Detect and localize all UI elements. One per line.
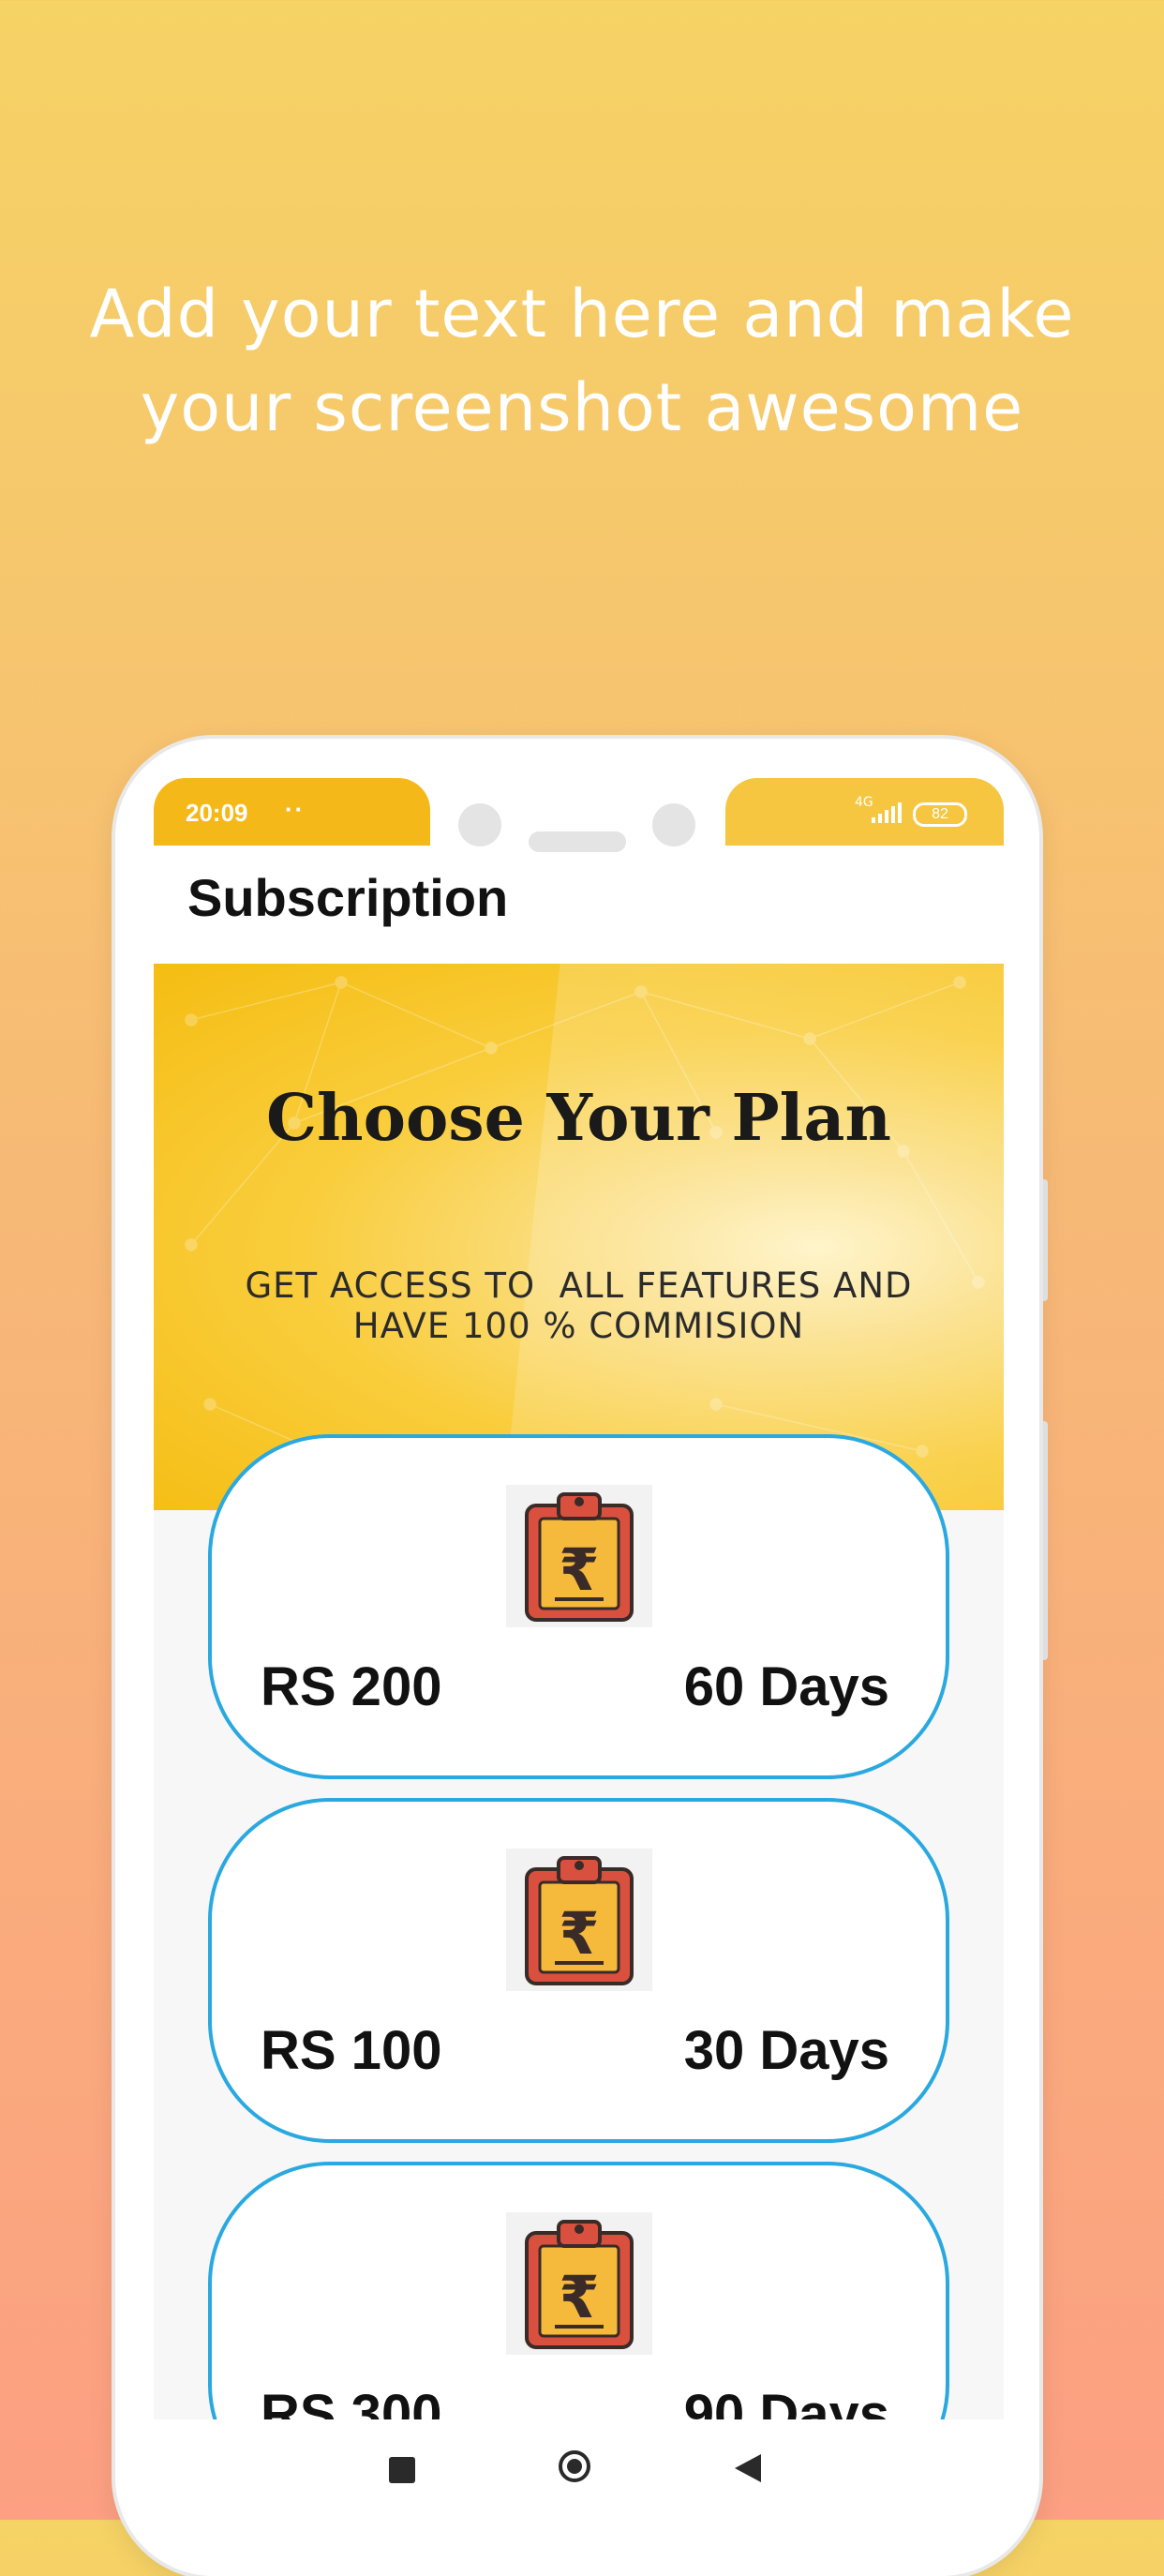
battery-icon: 82 xyxy=(913,802,967,827)
rupee-clipboard-icon: ₹ xyxy=(506,1849,652,1991)
plan-duration: 60 Days xyxy=(683,1656,889,1717)
recent-apps-square-icon[interactable] xyxy=(389,2457,415,2483)
plan-price: RS 300 xyxy=(261,2384,442,2419)
promo-headline: Add your text here and make your screens… xyxy=(0,267,1164,455)
home-circle-icon[interactable] xyxy=(559,2450,590,2482)
camera-right-icon xyxy=(652,803,695,846)
plan-card-200[interactable]: ₹ RS 200 60 Days xyxy=(208,1434,949,1779)
status-time: 20:09 xyxy=(186,799,248,827)
plan-duration: 30 Days xyxy=(683,2020,889,2081)
notification-dots: ·· xyxy=(285,795,306,823)
plan-card-100[interactable]: ₹ RS 100 30 Days xyxy=(208,1798,949,2143)
page-title: Subscription xyxy=(187,868,509,927)
speaker-icon xyxy=(529,831,626,852)
svg-text:₹: ₹ xyxy=(559,2263,599,2331)
svg-text:₹: ₹ xyxy=(559,1899,599,1968)
svg-text:₹: ₹ xyxy=(559,1535,599,1604)
plan-list[interactable]: ₹ RS 200 60 Days ₹ RS 100 30 Days ₹ RS 3… xyxy=(154,964,1004,2419)
camera-left-icon xyxy=(458,803,501,846)
plan-price: RS 100 xyxy=(261,2020,442,2081)
promo-line-2: your screenshot awesome xyxy=(140,369,1024,446)
plan-duration: 90 Days xyxy=(683,2384,889,2419)
signal-icon xyxy=(872,802,902,823)
promo-line-1: Add your text here and make xyxy=(89,276,1075,352)
rupee-clipboard-icon: ₹ xyxy=(506,2212,652,2355)
network-type: 4G xyxy=(855,795,873,810)
plan-card-300[interactable]: ₹ RS 300 90 Days xyxy=(208,2162,949,2419)
back-triangle-icon[interactable] xyxy=(735,2454,761,2482)
plan-price: RS 200 xyxy=(261,1656,442,1717)
rupee-clipboard-icon: ₹ xyxy=(506,1485,652,1627)
